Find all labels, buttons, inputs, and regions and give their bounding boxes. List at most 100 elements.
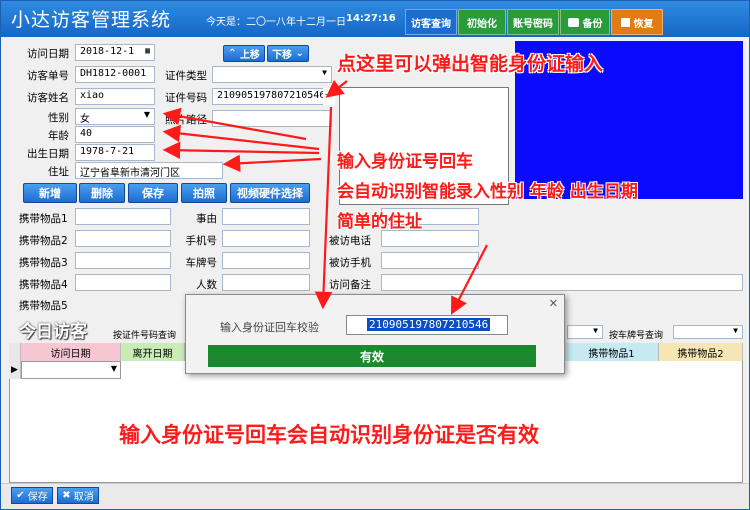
chat-icon: [567, 17, 579, 27]
reason-field[interactable]: [222, 208, 310, 225]
annotation-validity: 输入身份证号回车会自动识别身份证是否有效: [119, 423, 539, 447]
filter-id-label: 按证件号码查询: [113, 331, 177, 341]
arrow-to-age: [162, 124, 320, 151]
annotation-auto-fill: 会自动识别智能录入性别 年龄 出生日期: [337, 182, 638, 202]
add-button[interactable]: 新增: [23, 183, 77, 203]
delete-button[interactable]: 删除: [79, 183, 125, 203]
age-label: 年龄: [48, 130, 69, 142]
id-no-field[interactable]: 210905197807210546: [212, 88, 332, 105]
birth-date-field[interactable]: 1978-7-21: [75, 144, 155, 161]
valid-status: 有效: [208, 345, 536, 367]
photo-path-label: 照片路径: [165, 114, 207, 126]
calendar-icon[interactable]: ▦: [145, 46, 150, 55]
move-up-button[interactable]: ⌃ 上移: [223, 45, 265, 62]
visit-date-label: 访问日期: [27, 48, 69, 60]
chevron-down-icon: ▼: [143, 110, 150, 119]
backup-button[interactable]: 备份: [560, 9, 610, 35]
reason-label: 事由: [196, 213, 217, 225]
save-button[interactable]: 保存: [128, 183, 178, 203]
initialize-button[interactable]: 初始化: [458, 9, 506, 35]
footer-save-button[interactable]: ✔ 保存: [11, 487, 53, 504]
footer-bar: [1, 483, 749, 509]
down-arrow-icon: ⌄: [295, 48, 304, 59]
arrow-to-dialog: [314, 106, 333, 310]
account-password-button[interactable]: 账号密码: [507, 9, 559, 35]
dialog-label: 输入身份证回车校验: [220, 321, 319, 334]
id-no-label: 证件号码: [165, 92, 207, 104]
restore-icon: [620, 17, 630, 27]
item1-field[interactable]: [75, 208, 171, 225]
close-icon: ✖: [62, 490, 71, 501]
filter-select[interactable]: ▼: [567, 325, 603, 339]
col-leave-date[interactable]: 离开日期: [121, 343, 185, 361]
item2-label: 携带物品2: [19, 235, 68, 247]
birth-date-label: 出生日期: [27, 148, 69, 160]
item1-label: 携带物品1: [19, 213, 68, 225]
annotation-address: 简单的住址: [337, 212, 422, 232]
today-date: 今天是：二〇一八年十二月一日: [206, 17, 346, 28]
annotation-enter-id: 输入身份证号回车: [337, 152, 473, 172]
visitor-name-label: 访客姓名: [27, 92, 69, 104]
today-visitors-title: 今日访客: [19, 322, 87, 342]
visit-note-field[interactable]: [381, 274, 743, 291]
current-row-icon: ▶: [11, 365, 18, 375]
restore-button[interactable]: 恢复: [611, 9, 663, 35]
plate-label: 车牌号: [185, 257, 218, 269]
chevron-down-icon: ▼: [733, 326, 738, 335]
item3-field[interactable]: [75, 252, 171, 269]
new-row-date-cell[interactable]: ▼: [21, 361, 121, 379]
address-field[interactable]: 辽宁省阜新市清河门区: [75, 162, 223, 179]
id-check-dialog: ✕ 输入身份证回车校验 210905197807210546 有效: [185, 294, 565, 374]
dialog-id-field[interactable]: 210905197807210546: [346, 315, 508, 335]
check-icon: ✔: [16, 490, 25, 501]
visitor-query-button[interactable]: 访客查询: [405, 9, 457, 35]
visited-tel-field[interactable]: [381, 230, 479, 247]
col-item2[interactable]: 携带物品2: [659, 343, 743, 361]
filter-plate-select[interactable]: ▼: [673, 325, 743, 339]
visited-tel-label: 被访电话: [329, 235, 371, 247]
id-type-select[interactable]: ▼: [212, 66, 332, 83]
footer-cancel-button[interactable]: ✖ 取消: [57, 487, 99, 504]
item3-label: 携带物品3: [19, 257, 68, 269]
age-field[interactable]: 40: [75, 126, 155, 143]
plate-field[interactable]: [222, 252, 310, 269]
filter-plate-label: 按车牌号查询: [609, 331, 664, 341]
col-visit-date[interactable]: 访问日期: [21, 343, 121, 361]
people-count-field[interactable]: [222, 274, 310, 291]
gender-select[interactable]: 女 ▼: [75, 108, 155, 125]
chevron-down-icon: ▼: [110, 364, 117, 373]
phone-label: 手机号: [185, 235, 218, 247]
id-type-label: 证件类型: [165, 70, 207, 82]
item4-label: 携带物品4: [19, 279, 68, 291]
arrow-to-address: [222, 154, 322, 173]
visitor-no-field[interactable]: DH1812-0001: [75, 66, 155, 83]
close-icon[interactable]: ✕: [549, 297, 558, 310]
visitor-name-field[interactable]: xiao: [75, 88, 155, 105]
photo-path-field[interactable]: [212, 110, 332, 127]
chevron-down-icon: ▼: [593, 326, 598, 335]
main-window: 小达访客管理系统 今天是：二〇一八年十二月一日 14:27:16 访客查询 初始…: [0, 0, 750, 510]
col-item1[interactable]: 携带物品1: [565, 343, 659, 361]
address-label: 住址: [48, 166, 69, 178]
up-arrow-icon: ⌃: [228, 48, 237, 59]
visitor-no-label: 访客单号: [27, 70, 69, 82]
annotation-id-input: 点这里可以弹出智能身份证输入: [337, 53, 604, 75]
gender-label: 性别: [48, 112, 69, 124]
item2-field[interactable]: [75, 230, 171, 247]
clock: 14:27:16: [346, 13, 396, 24]
phone-field[interactable]: [222, 230, 310, 247]
arrow-to-birth: [162, 141, 320, 160]
app-title: 小达访客管理系统: [11, 9, 172, 31]
item4-field[interactable]: [75, 274, 171, 291]
visited-mobile-label: 被访手机: [329, 257, 371, 269]
photo-button[interactable]: 拍照: [181, 183, 227, 203]
visit-note-label: 访问备注: [329, 279, 371, 291]
visited-mobile-field[interactable]: [381, 252, 479, 269]
video-hardware-button[interactable]: 视频硬件选择: [230, 183, 310, 203]
id-card-input-button[interactable]: …: [323, 88, 335, 105]
people-count-label: 人数: [196, 279, 217, 291]
move-down-button[interactable]: 下移 ⌄: [267, 45, 309, 62]
item5-label: 携带物品5: [19, 300, 68, 312]
visit-date-field[interactable]: 2018-12-1 ▦: [75, 44, 155, 61]
title-bar: 小达访客管理系统 今天是：二〇一八年十二月一日 14:27:16 访客查询 初始…: [1, 1, 749, 37]
